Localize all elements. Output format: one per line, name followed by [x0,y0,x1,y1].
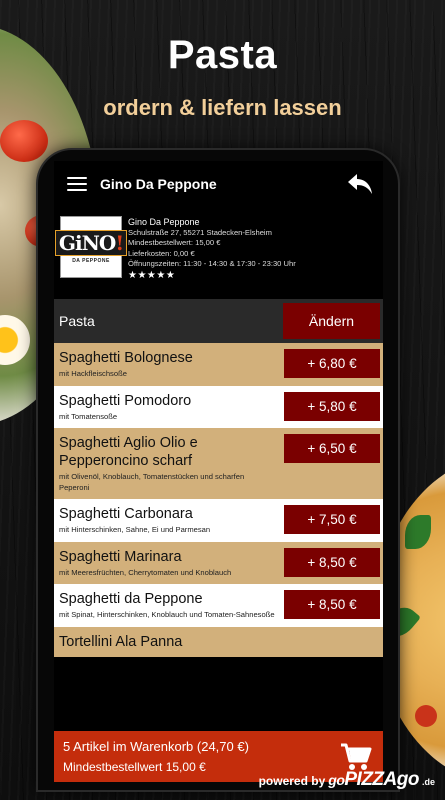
restaurant-logo: GiNO! DA PEPPONE [54,216,128,278]
menu-item[interactable]: Tortellini Ala Panna [54,626,383,657]
phone-frame: Gino Da Peppone GiNO! DA PEPPONE Gino Da… [38,150,398,790]
menu-item-description: mit Olivenöl, Knoblauch, Tomatenstücken … [59,472,245,492]
restaurant-min-order: Mindestbestellwert: 15,00 € [128,238,221,248]
app-title: Gino Da Peppone [100,176,217,192]
menu-item[interactable]: Spaghetti da Peppone mit Spinat, Hinters… [54,584,383,627]
add-to-cart-button[interactable]: + 7,50 € [284,505,380,534]
promo-title: Pasta [167,33,278,77]
basil-leaf-image [405,515,431,549]
menu-item-description: mit Spinat, Hinterschinken, Knoblauch un… [59,610,275,619]
menu-item-description: mit Hackfleischsoße [59,369,127,378]
category-name: Pasta [59,313,95,329]
add-to-cart-button[interactable]: + 8,50 € [284,590,380,619]
restaurant-header: GiNO! DA PEPPONE Gino Da Peppone Schulst… [54,207,383,299]
rating-stars: ★★★★★ [128,269,176,281]
app-bar: Gino Da Peppone [54,161,383,207]
menu-item-description: mit Hinterschinken, Sahne, Ei und Parmes… [59,525,211,534]
hamburger-menu-icon[interactable] [67,177,87,191]
restaurant-delivery-cost: Lieferkosten: 0,00 € [128,248,195,258]
change-category-button[interactable]: Ändern [283,303,380,339]
menu-item-name: Spaghetti da Peppone [59,591,203,607]
add-to-cart-button[interactable]: + 5,80 € [284,391,380,421]
menu-list: Spaghetti Bolognese mit Hackfleischsoße … [54,343,383,657]
menu-item-name: Spaghetti Bolognese [59,350,193,366]
menu-item-name: Spaghetti Pomodoro [59,392,192,409]
tomato-slice-image [0,120,48,162]
menu-item[interactable]: Spaghetti Pomodoro mit Tomatensoße + 5,8… [54,385,383,428]
menu-item[interactable]: Spaghetti Bolognese mit Hackfleischsoße … [54,343,383,386]
restaurant-opening-hours: Öffnungszeiten: 11:30 - 14:30 & 17:30 - … [128,259,296,269]
add-to-cart-button[interactable]: + 6,50 € [284,434,380,463]
logo-subtext: DA PEPPONE [72,258,110,264]
restaurant-address: Schulstraße 27, 55271 Stadecken-Elsheim [128,228,272,237]
egg-slice-image [0,315,30,365]
menu-item-name: Tortellini Ala Panna [59,633,183,650]
menu-item[interactable]: Spaghetti Marinara mit Meeresfrüchten, C… [54,541,383,584]
app-screen: Gino Da Peppone GiNO! DA PEPPONE Gino Da… [54,161,383,782]
promo-subtitle: ordern & liefern lassen [103,95,342,120]
brand-tld: .de [421,777,435,787]
add-to-cart-button[interactable]: + 6,80 € [284,349,380,378]
menu-item-description: mit Meeresfrüchten, Cherrytomaten und Kn… [59,567,232,577]
powered-by-label: powered by [258,774,326,788]
menu-item-description: mit Tomatensoße [59,411,118,421]
add-to-cart-button[interactable]: + 8,50 € [284,547,380,577]
menu-item-name: Spaghetti Aglio Olio e Pepperoncino scha… [59,435,198,469]
reply-arrow-icon[interactable] [345,169,375,199]
logo-wordmark: GiNO! [54,230,128,256]
menu-item[interactable]: Spaghetti Aglio Olio e Pepperoncino scha… [54,428,383,499]
restaurant-info: Gino Da Peppone Schulstraße 27, 55271 St… [128,216,296,299]
restaurant-name: Gino Da Peppone [128,217,200,227]
menu-item[interactable]: Spaghetti Carbonara mit Hinterschinken, … [54,499,383,542]
menu-item-name: Spaghetti Marinara [59,548,182,565]
powered-by-footer: powered by goPIZZAgo .de [259,769,435,795]
tomato-image [415,705,437,727]
category-bar: Pasta Ändern [54,299,383,343]
gopizzago-logo[interactable]: goPIZZAgo [328,769,419,791]
menu-item-name: Spaghetti Carbonara [59,506,193,522]
cart-summary: 5 Artikel im Warenkorb (24,70 €) [63,739,249,754]
